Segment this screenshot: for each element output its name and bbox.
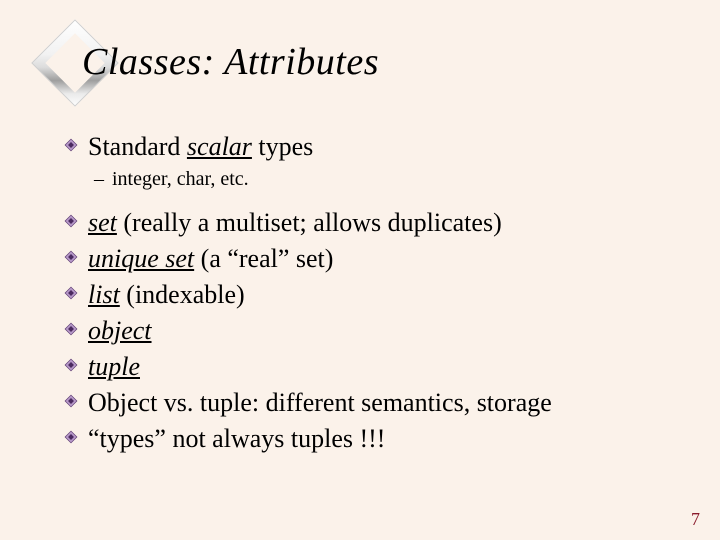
sub-bullet-text: integer, char, etc.: [112, 166, 249, 192]
bullet-diamond-icon: [60, 386, 82, 416]
bullet-diamond-icon: [60, 242, 82, 272]
bullet-item: object: [60, 314, 680, 348]
bullet-item: unique set (a “real” set): [60, 242, 680, 276]
bullet-item: Standard scalar types: [60, 130, 680, 164]
page-number: 7: [691, 509, 700, 530]
bullet-item: tuple: [60, 350, 680, 384]
bullet-text: Standard scalar types: [82, 130, 313, 164]
bullet-text: tuple: [82, 350, 140, 384]
slide-body: Standard scalar types – integer, char, e…: [60, 130, 680, 458]
bullet-item: list (indexable): [60, 278, 680, 312]
bullet-diamond-icon: [60, 350, 82, 380]
bullet-item: Object vs. tuple: different semantics, s…: [60, 386, 680, 420]
bullet-diamond-icon: [60, 130, 82, 160]
bullet-text: list (indexable): [82, 278, 245, 312]
bullet-diamond-icon: [60, 206, 82, 236]
bullet-item: “types” not always tuples !!!: [60, 422, 680, 456]
bullet-diamond-icon: [60, 314, 82, 344]
bullet-text: object: [82, 314, 152, 348]
bullet-diamond-icon: [60, 422, 82, 452]
dash-icon: –: [94, 166, 112, 192]
bullet-text: unique set (a “real” set): [82, 242, 333, 276]
bullet-text: Object vs. tuple: different semantics, s…: [82, 386, 552, 420]
bullet-text: “types” not always tuples !!!: [82, 422, 385, 456]
bullet-text: set (really a multiset; allows duplicate…: [82, 206, 502, 240]
bullet-diamond-icon: [60, 278, 82, 308]
sub-bullet-item: – integer, char, etc.: [94, 166, 680, 192]
bullet-item: set (really a multiset; allows duplicate…: [60, 206, 680, 240]
slide-title: Classes: Attributes: [82, 40, 379, 84]
